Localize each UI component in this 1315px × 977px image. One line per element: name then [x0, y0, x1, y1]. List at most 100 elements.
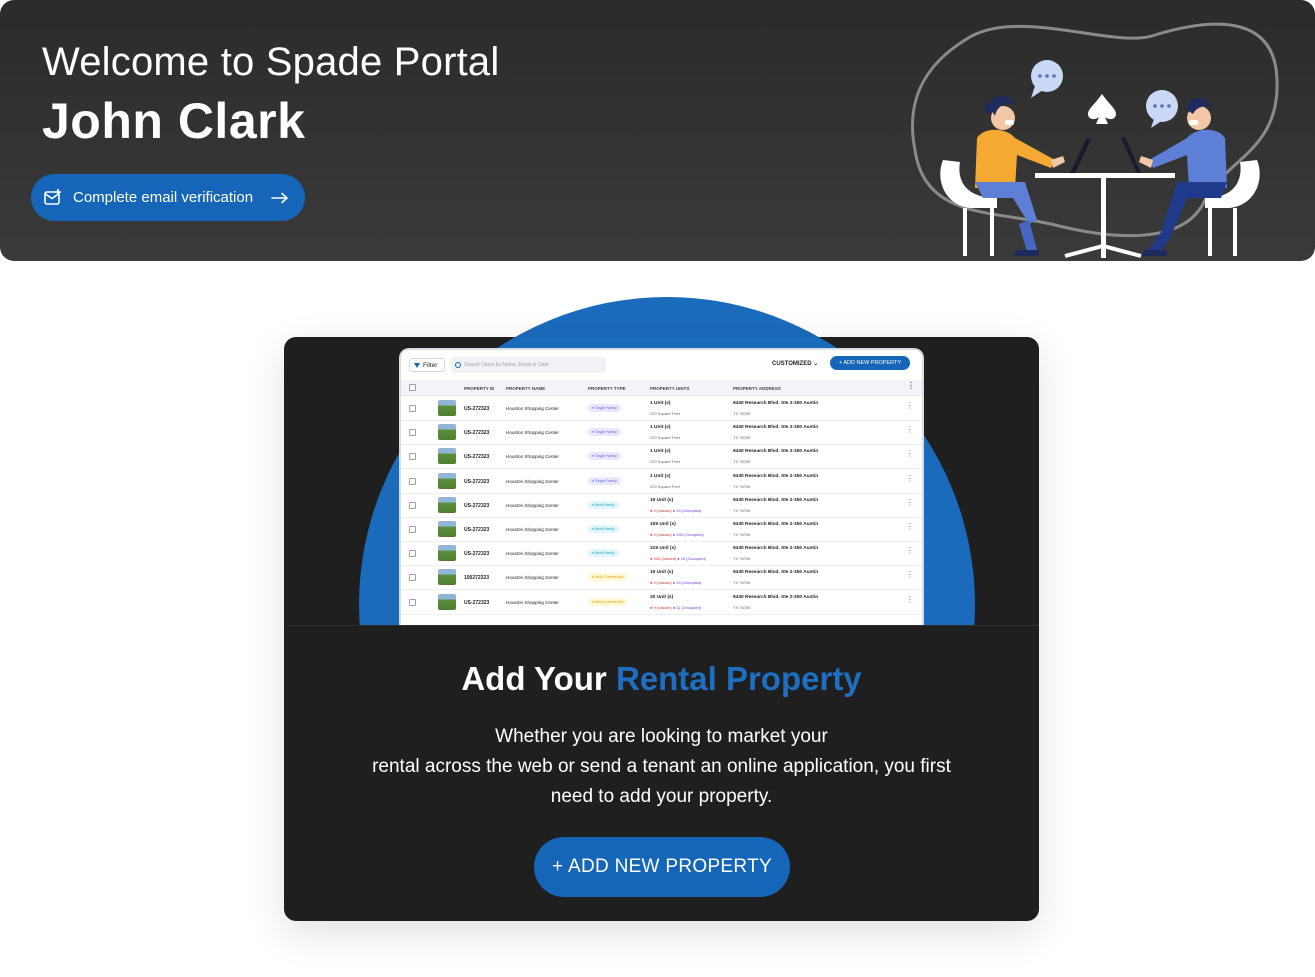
- verify-button-label: Complete email verification: [73, 189, 254, 206]
- unit-size: 220 Square Feet: [650, 459, 680, 465]
- property-type: Single Family: [595, 430, 617, 435]
- property-units: 1 Unit (s): [650, 473, 671, 479]
- property-thumbnail: [438, 400, 456, 416]
- table-row: US-272323 Houston Shopping Center ● Single…: [401, 421, 922, 446]
- property-type-badge: ● Multi-Commercial: [588, 573, 628, 582]
- property-type-badge: ● Single Family: [588, 452, 621, 461]
- property-type: Single Family: [595, 454, 617, 459]
- property-name: Houston Shopping Center: [506, 478, 559, 484]
- property-address: 9430 Research Blvd. Ste 2-350 Austin: [733, 522, 819, 527]
- preview-search-input: Search Users by Name, Email or Date: [451, 357, 606, 373]
- property-zip: TX 78759: [733, 459, 751, 465]
- property-zip: TX 78759: [733, 604, 751, 610]
- property-thumbnail: [438, 545, 456, 562]
- column-header: PROPERTY ID: [464, 386, 495, 391]
- property-address: 9430 Research Blvd. Ste 2-350 Austin: [733, 449, 819, 455]
- add-property-card: Filter Search Users by Name, Email or Da…: [284, 337, 1039, 921]
- property-id: US-272323: [464, 527, 490, 533]
- property-type: Multi-Family: [595, 551, 615, 556]
- property-type-badge: ● Multi-Family: [588, 500, 619, 509]
- property-type: Single Family: [595, 478, 617, 483]
- occupied-count: ● 10 (Occupied): [672, 580, 702, 586]
- property-name: Houston Shopping Center: [506, 551, 559, 557]
- card-description-line: Whether you are looking to market your: [495, 726, 828, 747]
- property-units: 20 Unit (s): [650, 594, 674, 600]
- property-id: US-272323: [464, 430, 490, 437]
- unit-status: ● 300 (Vacant) ● 19 (Occupied): [650, 556, 706, 561]
- row-checkbox: [409, 574, 416, 582]
- mail-check-icon: [43, 188, 63, 208]
- unit-status: ● 9 (Vacant) ● 10 (Occupied): [650, 508, 701, 513]
- unit-size: 220 Square Feet: [650, 411, 680, 416]
- property-name: Houston Shopping Center: [506, 406, 559, 411]
- card-title-accent: Rental Property: [615, 660, 862, 697]
- row-checkbox: [409, 477, 416, 485]
- unit-status: ● 9 (Vacant) ● 100 (Occupied): [650, 532, 704, 537]
- property-type: Multi-Commercial: [595, 575, 624, 580]
- more-options-icon: ⋮: [906, 546, 914, 556]
- row-checkbox: [409, 453, 416, 461]
- select-all-checkbox: [409, 384, 416, 391]
- occupied-count: ● 19 (Occupied): [677, 556, 706, 562]
- preview-add-property-button: + ADD NEW PROPERTY: [830, 356, 910, 370]
- property-units: 319 Unit (s): [650, 546, 676, 552]
- filter-icon: [414, 362, 420, 368]
- property-name: Houston Shopping Center: [506, 575, 559, 581]
- arrow-right-icon: [271, 192, 289, 204]
- property-zip: TX 78759: [733, 580, 751, 586]
- property-zip: TX 78759: [733, 435, 751, 441]
- property-type-badge: ● Single Family: [588, 428, 621, 437]
- more-options-icon: ⋮: [906, 473, 914, 483]
- property-name: Houston Shopping Center: [506, 454, 559, 460]
- vacant-count: ● 9 (Vacant): [650, 507, 672, 513]
- property-id: US-272323: [464, 551, 490, 558]
- property-thumbnail: [438, 593, 456, 610]
- property-zip: TX 78759: [733, 483, 751, 489]
- welcome-heading: Welcome to Spade Portal: [42, 40, 500, 84]
- unit-size: 220 Square Feet: [650, 483, 680, 489]
- property-thumbnail: [438, 496, 456, 513]
- property-id: US-272323: [464, 454, 490, 461]
- welcome-banner: Welcome to Spade Portal John Clark Compl…: [0, 0, 1315, 261]
- preview-filter-button: Filter: [409, 358, 445, 372]
- property-type-badge: ● Multi-Family: [588, 549, 619, 558]
- property-type: Single Family: [595, 406, 617, 410]
- row-checkbox: [409, 429, 416, 437]
- property-thumbnail: [438, 448, 456, 465]
- chevron-down-icon: ⌄: [813, 361, 819, 367]
- spade-icon: [1088, 94, 1116, 124]
- vacant-count: ● 9 (Vacant): [650, 580, 672, 586]
- property-id: US-272323: [464, 599, 490, 606]
- card-description-line: rental across the web or send a tenant a…: [372, 756, 951, 777]
- chat-bubble-icon: [1146, 90, 1178, 128]
- column-header: PROPERTY UNITS: [650, 386, 690, 391]
- more-options-icon: ⋮: [906, 570, 914, 580]
- property-address: 9430 Research Blvd. Ste 2-350 Austin: [733, 425, 819, 431]
- complete-email-verification-button[interactable]: Complete email verification: [31, 174, 305, 221]
- add-new-property-button[interactable]: + ADD NEW PROPERTY: [534, 837, 790, 897]
- filter-label: Filter: [423, 361, 438, 369]
- card-description-line: need to add your property.: [550, 786, 773, 807]
- property-type: Multi-Family: [595, 502, 615, 507]
- vacant-count: ● 300 (Vacant): [650, 556, 677, 562]
- table-row: US-272323 Houston Shopping Center ● Single…: [401, 470, 922, 494]
- property-id: US-272323: [464, 478, 490, 485]
- table-row: US-272323 Houston Shopping Center ● Single…: [401, 445, 922, 470]
- property-table-preview: Filter Search Users by Name, Email or Da…: [399, 348, 924, 625]
- property-units: 19 Unit (s): [650, 497, 674, 503]
- preview-table-header: PROPERTY ID PROPERTY NAME PROPERTY TYPE …: [401, 380, 922, 396]
- property-zip: TX 78759: [733, 556, 751, 562]
- property-name: Houston Shopping Center: [506, 430, 559, 436]
- property-address: 9430 Research Blvd. Ste 2-350 Austin: [733, 473, 819, 479]
- unit-size: 220 Square Feet: [650, 435, 680, 441]
- occupied-count: ● 10 (Occupied): [672, 507, 702, 513]
- occupied-count: ● 11 (Occupied): [672, 604, 702, 610]
- more-options-icon: ⋮: [907, 381, 915, 390]
- property-type-badge: ● Single Family: [588, 404, 621, 412]
- chat-bubble-icon: [1031, 60, 1063, 98]
- row-checkbox: [409, 501, 416, 509]
- property-id: US-272323: [464, 406, 490, 412]
- table-row: US-272323 Houston Shopping Center ● Single…: [401, 397, 922, 421]
- property-type-badge: ● Multi-Commercial: [588, 597, 628, 606]
- preview-toolbar: Filter Search Users by Name, Email or Da…: [401, 350, 922, 380]
